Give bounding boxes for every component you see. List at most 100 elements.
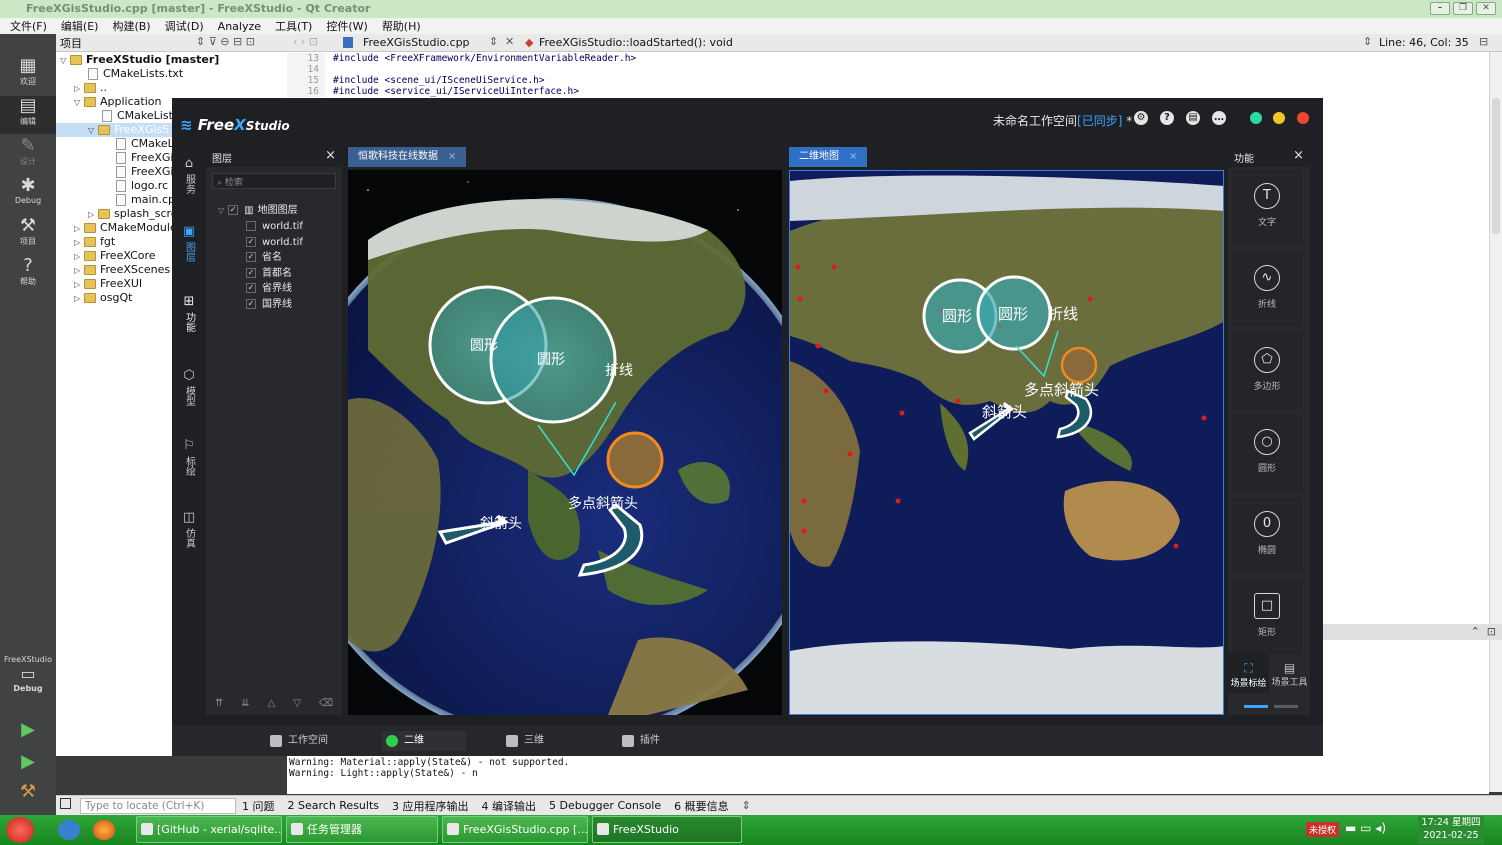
toggle-sidebar-icon[interactable] xyxy=(60,798,71,809)
layer-checkbox[interactable]: ✓ xyxy=(246,237,256,247)
close-button[interactable]: ✕ xyxy=(1476,2,1496,15)
editor-scrollbar[interactable] xyxy=(1489,52,1502,792)
pane-search-results[interactable]: 2 Search Results xyxy=(288,799,380,812)
code-editor[interactable]: 13 #include <FreeXFramework/EnvironmentV… xyxy=(287,52,1489,98)
application-output[interactable]: Warning: Material::apply(State&) - not s… xyxy=(287,756,1489,794)
workspace-name[interactable]: 未命名工作空间[已同步] * xyxy=(993,112,1132,129)
clock[interactable]: 17:24 星期四 2021-02-25 xyxy=(1418,816,1484,844)
map-2d-view[interactable]: 圆形 圆形 折线 多点斜箭头 斜箭头 xyxy=(789,170,1224,715)
nav-arrows-icon[interactable]: ‹ › ⊡ xyxy=(293,35,318,48)
menu-widgets[interactable]: 控件(W) xyxy=(326,18,367,34)
tree-item[interactable]: ▽ Application xyxy=(74,95,161,109)
page-indicator-active[interactable] xyxy=(1244,705,1268,708)
help-icon[interactable]: ? xyxy=(1160,111,1174,125)
maximize-dot[interactable] xyxy=(1273,112,1285,124)
task-freexstudio[interactable]: FreeXStudio xyxy=(592,816,742,843)
split-icon[interactable]: ⊟ xyxy=(1479,35,1488,48)
menu-help[interactable]: 帮助(H) xyxy=(382,18,421,34)
menu-build[interactable]: 构建(B) xyxy=(112,18,150,34)
tab-2d-view[interactable]: 二维地图 × xyxy=(789,147,868,167)
tree-item[interactable]: ▷.. xyxy=(74,81,107,95)
pane-debugger-console[interactable]: 5 Debugger Console xyxy=(549,799,661,812)
task-github[interactable]: [GitHub - xerial/sqlite… xyxy=(136,816,282,843)
task-task-manager[interactable]: 任务管理器 xyxy=(286,816,438,843)
menu-file[interactable]: 文件(F) xyxy=(10,18,47,34)
tab-2d[interactable]: 二维 xyxy=(382,731,466,751)
tool-text-button[interactable]: T 文字 xyxy=(1232,169,1302,245)
minimize-button[interactable]: – xyxy=(1430,2,1450,15)
tree-item[interactable]: ▷ osgQt xyxy=(74,291,132,305)
close-doc-icon[interactable]: ✕ xyxy=(505,35,514,48)
tree-item[interactable]: CMakeLists. xyxy=(102,109,182,123)
tree-item[interactable]: FreeXGis xyxy=(116,151,179,165)
page-indicator[interactable] xyxy=(1274,705,1298,708)
start-menu-button[interactable] xyxy=(6,817,34,843)
layer-root[interactable]: ▽ ✓ ▥ 地图图层 xyxy=(218,203,298,218)
tool-polyline-button[interactable]: ∿ 折线 xyxy=(1232,251,1302,327)
layer-checkbox[interactable]: ✓ xyxy=(246,252,256,262)
maximize-pane-icon[interactable]: ⌃ xyxy=(1471,625,1480,638)
mode-help[interactable]: ? 帮助 xyxy=(0,256,56,294)
layer-item[interactable]: ✓ 国界线 xyxy=(246,297,292,312)
task-qtcreator[interactable]: FreeXGisStudio.cpp [... xyxy=(442,816,588,843)
delete-layer-icon[interactable]: ⌫ xyxy=(319,698,333,709)
side-layers[interactable]: ▣ 图层 xyxy=(178,224,200,265)
tree-item[interactable]: ▷ FreeXCore xyxy=(74,249,156,263)
layer-checkbox[interactable]: ✓ xyxy=(246,299,256,309)
license-badge[interactable]: 未授权 xyxy=(1306,822,1340,837)
side-functions[interactable]: ⊞ 功能 xyxy=(178,294,200,335)
mode-debug[interactable]: ✱ Debug xyxy=(0,176,56,214)
layer-checkbox[interactable]: ✓ xyxy=(246,283,256,293)
tree-item[interactable]: ▷ fgt xyxy=(74,235,115,249)
pane-compile-output[interactable]: 4 编译输出 xyxy=(482,798,537,814)
pane-issues[interactable]: 1 问题 xyxy=(242,798,275,814)
close-tab-icon[interactable]: × xyxy=(448,151,456,162)
tab-scene-tools[interactable]: ▤ 场景工具 xyxy=(1269,653,1310,693)
filter-icon[interactable]: ⇕ ⊽ ⊖ ⊟ ⊡ xyxy=(196,35,255,48)
target-marker[interactable] xyxy=(606,431,664,489)
minimize-dot[interactable] xyxy=(1250,112,1262,124)
maximize-button[interactable]: ❐ xyxy=(1453,2,1473,15)
menu-tools[interactable]: 工具(T) xyxy=(275,18,312,34)
cursor-position[interactable]: Line: 46, Col: 35 xyxy=(1379,36,1469,49)
menu-edit[interactable]: 编辑(E) xyxy=(61,18,99,34)
close-icon[interactable]: × xyxy=(1293,148,1304,163)
mode-design[interactable]: ✎ 设计 xyxy=(0,136,56,174)
close-icon[interactable]: × xyxy=(325,148,336,163)
side-service[interactable]: ⌂ 服务 xyxy=(178,156,200,197)
move-top-icon[interactable]: ⇈ xyxy=(215,698,223,709)
firefox-icon[interactable] xyxy=(93,820,115,840)
scrollbar-thumb[interactable] xyxy=(1492,98,1500,234)
tool-rectangle-button[interactable]: □ 矩形 xyxy=(1232,579,1302,655)
open-file-combo[interactable]: FreeXGisStudio.cpp xyxy=(363,36,470,49)
layer-item[interactable]: ✓ 首都名 xyxy=(246,266,292,281)
layer-item[interactable]: ✓ 省名 xyxy=(246,250,282,265)
tree-item[interactable]: CMakeLi xyxy=(116,137,177,151)
locator-input[interactable]: Type to locate (Ctrl+K) xyxy=(80,797,236,814)
side-plotting[interactable]: ⚐ 标绘 xyxy=(178,438,200,479)
tree-item[interactable]: ▽ FreeXStudio [master] xyxy=(60,53,219,67)
layer-checkbox[interactable]: ✓ xyxy=(246,268,256,278)
tree-item[interactable]: FreeXGis xyxy=(116,165,179,179)
tab-3d[interactable]: 三维 xyxy=(502,731,544,751)
layer-checkbox[interactable]: ✓ xyxy=(228,205,239,215)
move-down-icon[interactable]: ▽ xyxy=(293,698,301,709)
more-panes-icon[interactable]: ⇕ xyxy=(742,799,751,812)
layer-item[interactable]: ✓ world.tif xyxy=(246,235,303,250)
side-models[interactable]: ⬡ 模型 xyxy=(178,368,200,409)
close-dot[interactable] xyxy=(1297,112,1309,124)
move-up-icon[interactable]: △ xyxy=(268,698,276,709)
mode-projects[interactable]: ⚒ 项目 xyxy=(0,216,56,254)
tree-item[interactable]: ▷ FreeXScenes xyxy=(74,263,170,277)
pane-app-output[interactable]: 3 应用程序输出 xyxy=(392,798,469,814)
move-bottom-icon[interactable]: ⇊ xyxy=(241,698,249,709)
layer-item[interactable]: world.tif xyxy=(246,219,303,234)
thunderbird-icon[interactable] xyxy=(58,820,80,840)
kit-selector[interactable]: FreeXStudio ▭ Debug xyxy=(0,652,56,708)
tab-scene-plotting[interactable]: ⛶ 场景标绘 xyxy=(1228,653,1269,693)
tray-icons[interactable]: ▬ ▭ ◂) xyxy=(1345,821,1386,835)
layer-item[interactable]: ✓ 省界线 xyxy=(246,281,292,296)
chat-icon[interactable]: … xyxy=(1212,111,1226,125)
tool-circle-button[interactable]: ○ 圆形 xyxy=(1232,415,1302,491)
tree-item[interactable]: CMakeLists.txt xyxy=(88,67,183,81)
